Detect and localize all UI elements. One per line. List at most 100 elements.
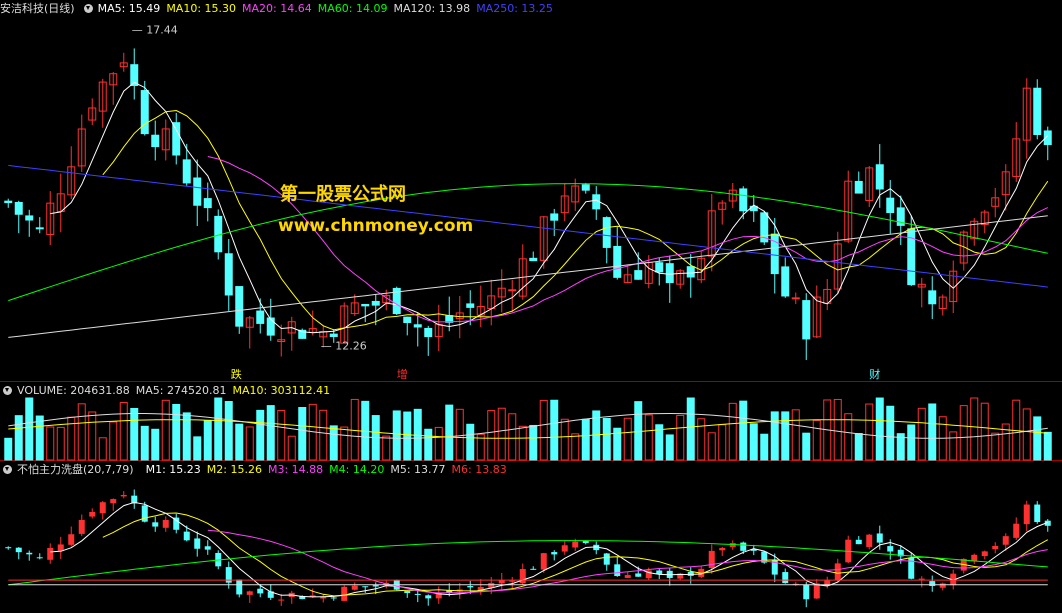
indicator-bar	[404, 591, 411, 594]
volume-bar	[466, 423, 475, 461]
candle-body	[665, 263, 674, 284]
indicator-bar	[918, 578, 925, 580]
candle-body	[151, 134, 160, 148]
volume-bar	[697, 418, 706, 461]
volume-bar	[644, 414, 653, 461]
candle-body	[602, 217, 611, 248]
dropdown-icon[interactable]	[83, 3, 93, 13]
volume-bar	[833, 398, 842, 461]
indicator-bar	[719, 547, 726, 551]
candle-body	[791, 297, 800, 300]
volume-bar	[161, 399, 170, 461]
volume-bar	[350, 398, 359, 461]
volume-bar	[760, 433, 769, 461]
candle-body	[224, 253, 233, 296]
candle-body	[1033, 87, 1042, 135]
volume-bar	[287, 435, 296, 461]
candle-body	[581, 184, 590, 191]
high-price-label: — 17.44	[132, 23, 178, 36]
indicator-bar	[246, 591, 253, 595]
candle-body	[256, 310, 265, 324]
candle-body	[4, 200, 13, 204]
volume-ma5: MA5: 274520.81	[135, 383, 227, 397]
watermark-url: www.chnmoney.com	[278, 216, 474, 236]
price-chart[interactable]: — 17.44 — 12.26 跌 增 财	[0, 0, 1062, 613]
volume-bar	[550, 399, 559, 461]
event-marker: 财	[869, 367, 880, 381]
candle-body	[686, 266, 695, 278]
candle-body	[508, 289, 517, 292]
indicator-bar	[624, 575, 631, 578]
volume-bar	[686, 397, 695, 461]
volume-bar	[812, 419, 821, 461]
indicator-bar	[498, 580, 505, 584]
stock-title: 安洁科技(日线)	[0, 2, 75, 15]
volume-bar	[266, 405, 275, 461]
ma-legend: MA5: 15.49 MA10: 15.30 MA20: 14.64 MA60: 14…	[98, 2, 559, 15]
indicator-bar	[1034, 504, 1041, 523]
m2-line	[102, 512, 1049, 597]
volume-label: VOLUME: 204631.88	[17, 383, 130, 397]
volume-bar	[907, 424, 916, 461]
indicator-bar	[257, 588, 264, 594]
indicator-label-3: M4: 14.20	[329, 462, 385, 476]
candle-body	[655, 262, 664, 273]
indicator-bar	[341, 586, 348, 601]
m1-line	[50, 501, 1048, 598]
candle-body	[172, 122, 181, 156]
indicator-bar	[152, 522, 159, 527]
indicator-bar	[330, 597, 337, 599]
indicator-bar	[362, 586, 369, 588]
indicator-bar	[887, 546, 894, 552]
low-price-label: — 12.26	[321, 340, 367, 353]
candle-body	[802, 300, 811, 340]
indicator-title: 不怕主力洗盘(20,7,79)	[17, 463, 134, 476]
volume-bar	[518, 425, 527, 461]
candle-body	[854, 180, 863, 194]
candle-body	[182, 159, 191, 184]
volume-bar	[802, 432, 811, 461]
indicator-bar	[1002, 536, 1009, 545]
indicator-bar	[183, 531, 190, 541]
indicator-bar	[120, 494, 127, 497]
candle-body	[529, 257, 538, 262]
candle-body	[35, 227, 44, 230]
indicator-bar	[425, 595, 432, 599]
volume-bar	[560, 418, 569, 461]
dropdown-icon[interactable]	[3, 464, 12, 474]
ma120-line	[8, 215, 1048, 338]
indicator-bar	[36, 557, 43, 559]
indicator-bar	[509, 580, 516, 582]
indicator-bar	[15, 547, 22, 553]
ma250-line	[8, 164, 1048, 288]
indicator-bar	[78, 519, 85, 534]
candle-body	[266, 317, 275, 336]
indicator-bar	[1013, 523, 1020, 538]
volume-bar	[718, 424, 727, 461]
candle-body	[140, 90, 149, 135]
indicator-bar	[414, 593, 421, 595]
volume-bar	[35, 415, 44, 461]
indicator-bar	[5, 547, 12, 549]
volume-bar	[581, 418, 590, 461]
dropdown-icon[interactable]	[3, 385, 12, 395]
volume-bar	[886, 405, 895, 461]
ma-label-2: MA20: 14.64	[242, 1, 312, 15]
volume-bar	[602, 418, 611, 461]
candle-body	[739, 188, 748, 212]
volume-bar	[739, 400, 748, 461]
volume-bar	[256, 409, 265, 461]
volume-bar	[1022, 408, 1031, 461]
volume-bar	[109, 421, 118, 461]
indicator-bar	[992, 545, 999, 550]
volume-bar	[970, 397, 979, 461]
candle-body	[235, 286, 244, 327]
volume-bar	[707, 432, 716, 461]
volume-bar	[25, 397, 34, 461]
indicator-bar	[981, 551, 988, 557]
candle-body	[875, 164, 884, 190]
volume-bar	[245, 426, 254, 461]
volume-bar	[329, 425, 338, 461]
indicator-bar	[708, 550, 715, 568]
indicator-bar	[278, 599, 285, 601]
